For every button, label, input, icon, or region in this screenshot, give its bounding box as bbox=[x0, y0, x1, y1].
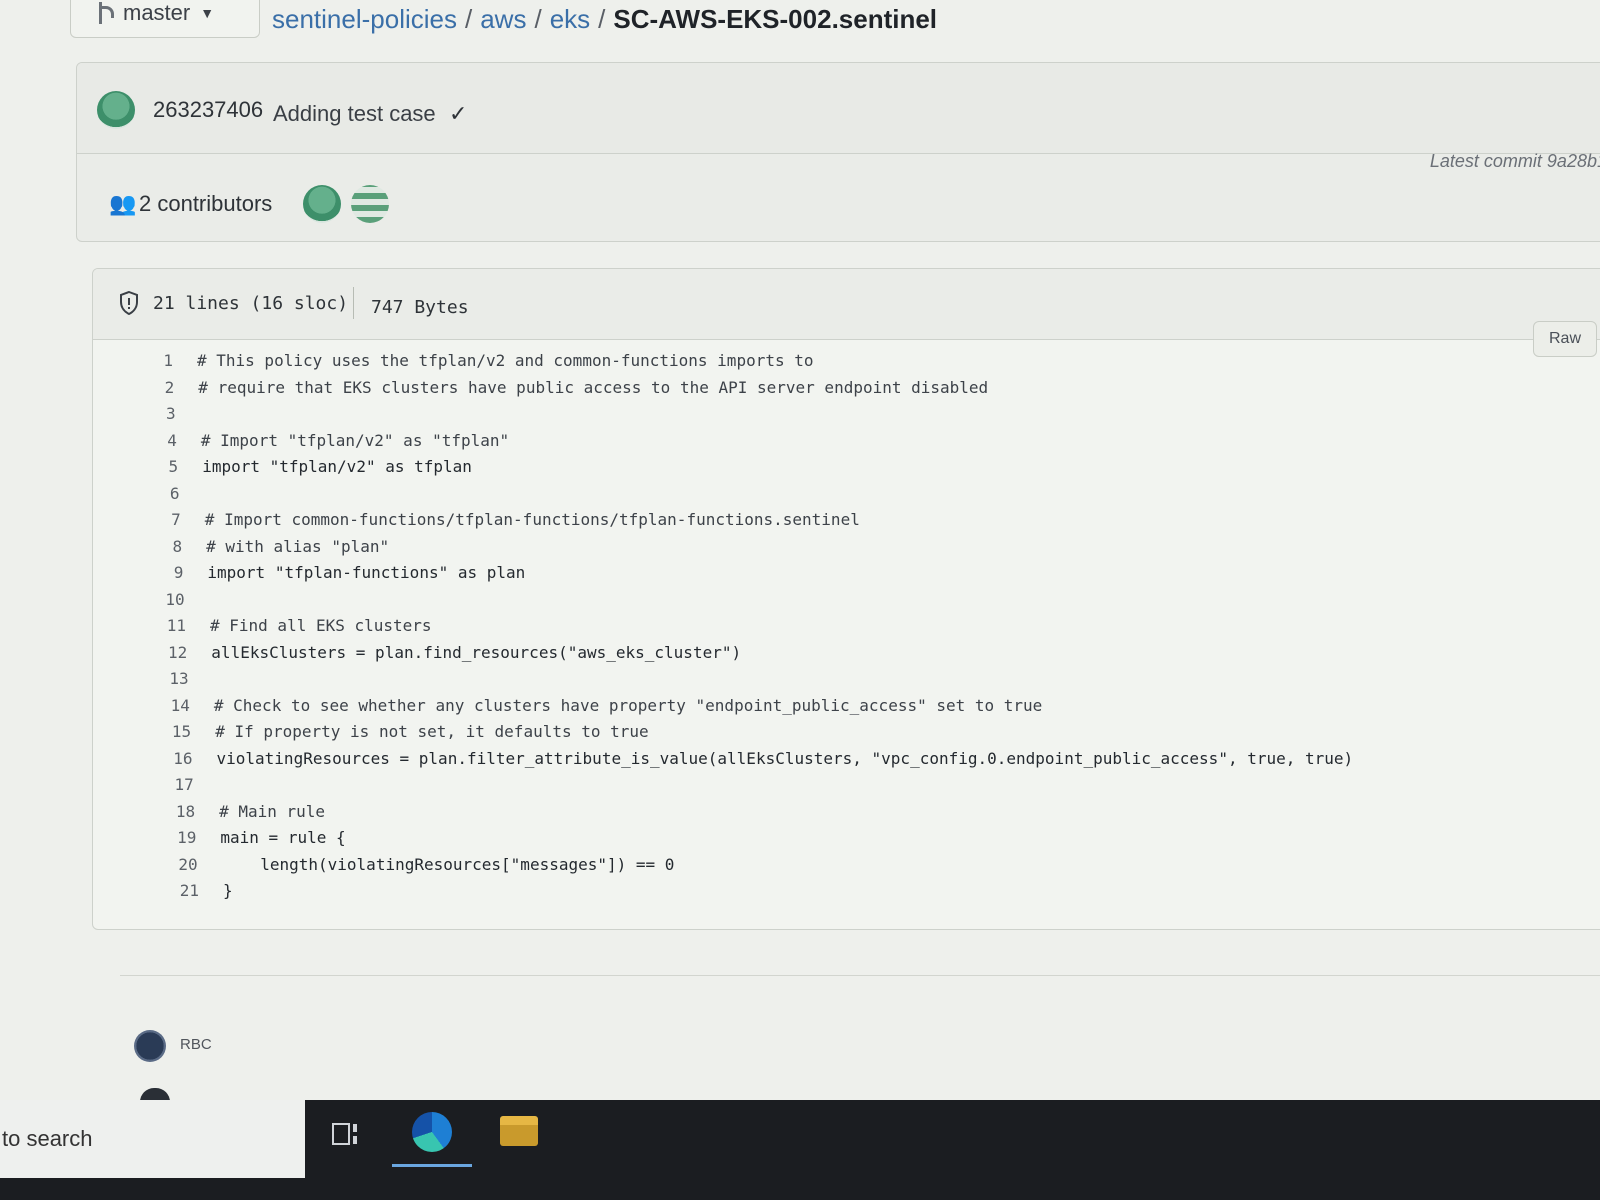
caret-down-icon: ▼ bbox=[200, 5, 215, 21]
file-view-page: master ▼ sentinel-policies / aws / eks /… bbox=[0, 0, 1600, 1102]
line-code: # This policy uses the tfplan/v2 and com… bbox=[197, 351, 814, 370]
branch-name: master bbox=[123, 0, 191, 25]
code-line: 16 violatingResources = plan.filter_attri… bbox=[147, 748, 1354, 773]
code-line: 11 # Find all EKS clusters bbox=[140, 616, 432, 640]
line-number[interactable]: 16 bbox=[147, 749, 217, 773]
code-line: 2 # require that EKS clusters have public… bbox=[128, 377, 989, 402]
people-icon: 👥 bbox=[109, 191, 137, 216]
code-line: 8 # with alias "plan" bbox=[136, 537, 389, 561]
file-size: 747 Bytes bbox=[371, 297, 469, 318]
os-taskbar: to search bbox=[0, 1100, 1600, 1200]
line-number[interactable]: 20 bbox=[152, 855, 222, 879]
breadcrumb-separator: / bbox=[464, 4, 473, 34]
line-number[interactable]: 13 bbox=[143, 669, 213, 693]
line-code: # Find all EKS clusters bbox=[210, 616, 432, 635]
commit-message-link[interactable]: Adding test case bbox=[273, 101, 436, 127]
line-number[interactable]: 11 bbox=[140, 616, 210, 640]
breadcrumb-repo-link[interactable]: sentinel-policies bbox=[272, 4, 457, 35]
contributors-count[interactable]: 2 contributors bbox=[139, 191, 272, 217]
line-number[interactable]: 7 bbox=[135, 510, 205, 534]
line-code: # If property is not set, it defaults to… bbox=[215, 722, 649, 741]
breadcrumb-dir-aws-link[interactable]: aws bbox=[480, 4, 526, 35]
edge-browser-icon[interactable] bbox=[412, 1112, 452, 1152]
taskbar-search-box[interactable]: to search bbox=[0, 1100, 305, 1178]
line-number[interactable]: 14 bbox=[144, 696, 214, 720]
code-line: 19 main = rule { bbox=[150, 828, 346, 852]
code-line: 9 import "tfplan-functions" as plan bbox=[137, 563, 526, 587]
code-line: 14 # Check to see whether any clusters ha… bbox=[144, 695, 1043, 720]
file-explorer-icon[interactable] bbox=[500, 1116, 538, 1146]
line-code: violatingResources = plan.filter_attribu… bbox=[216, 748, 1354, 768]
line-code: # require that EKS clusters have public … bbox=[198, 377, 989, 397]
contributor-avatar[interactable] bbox=[351, 185, 389, 223]
commit-info-box: 263237406 Adding test case ✓ Latest comm… bbox=[76, 62, 1600, 242]
code-line: 1 # This policy uses the tfplan/v2 and co… bbox=[127, 351, 814, 375]
active-app-indicator bbox=[392, 1164, 472, 1167]
task-view-icon[interactable] bbox=[330, 1118, 362, 1150]
latest-commit-row: 263237406 Adding test case ✓ bbox=[77, 63, 1600, 154]
line-number[interactable]: 1 bbox=[127, 351, 197, 375]
line-code: allEksClusters = plan.find_resources("aw… bbox=[211, 642, 742, 662]
code-line: 3 bbox=[130, 404, 200, 428]
code-line: 20 length(violatingResources["messages"]… bbox=[152, 854, 675, 879]
line-number[interactable]: 21 bbox=[153, 881, 223, 905]
line-number[interactable]: 8 bbox=[136, 537, 206, 561]
footer-avatar[interactable] bbox=[134, 1030, 166, 1062]
code-view: 1 # This policy uses the tfplan/v2 and co… bbox=[93, 341, 1600, 929]
check-icon[interactable]: ✓ bbox=[449, 101, 467, 127]
branch-selector-button[interactable]: master ▼ bbox=[70, 0, 260, 38]
line-code: # Import common-functions/tfplan-functio… bbox=[204, 510, 860, 529]
line-number[interactable]: 19 bbox=[150, 828, 220, 852]
code-line: 18 # Main rule bbox=[149, 802, 325, 826]
line-code: # Main rule bbox=[219, 801, 326, 821]
contributors-row: 👥 2 contributors bbox=[77, 163, 1600, 241]
file-lines-info: 21 lines (16 sloc) bbox=[153, 293, 349, 314]
code-line: 21} bbox=[153, 881, 233, 905]
code-line: 13 bbox=[143, 669, 213, 693]
commit-id-link[interactable]: 263237406 bbox=[153, 97, 263, 123]
file-content-box: 21 lines (16 sloc) 747 Bytes Raw 1 # This… bbox=[92, 268, 1600, 930]
file-header: 21 lines (16 sloc) 747 Bytes Raw bbox=[93, 269, 1600, 357]
line-code: import "tfplan/v2" as tfplan bbox=[202, 457, 472, 476]
line-number[interactable]: 18 bbox=[149, 802, 219, 826]
line-number[interactable]: 15 bbox=[145, 722, 215, 746]
line-number[interactable]: 6 bbox=[134, 484, 204, 508]
breadcrumb-current-file: SC-AWS-EKS-002.sentinel bbox=[613, 4, 938, 34]
git-branch-icon bbox=[95, 2, 114, 24]
footer-divider bbox=[120, 975, 1600, 976]
header-divider bbox=[353, 287, 354, 319]
line-code: # Import "tfplan/v2" as "tfplan" bbox=[200, 430, 510, 450]
line-code: # Check to see whether any clusters have… bbox=[213, 695, 1043, 715]
code-line: 17 bbox=[148, 775, 218, 799]
code-line: 6 bbox=[134, 484, 204, 508]
code-line: 15 # If property is not set, it defaults … bbox=[145, 722, 649, 746]
code-line: 5 import "tfplan/v2" as tfplan bbox=[132, 457, 472, 481]
footer-label: RBC bbox=[180, 1036, 212, 1053]
breadcrumb-separator: / bbox=[534, 4, 542, 34]
breadcrumb: sentinel-policies / aws / eks / SC-AWS-E… bbox=[272, 4, 937, 35]
line-number[interactable]: 4 bbox=[131, 431, 201, 455]
line-code: main = rule { bbox=[220, 828, 346, 847]
commit-author-avatar[interactable] bbox=[97, 91, 135, 129]
code-line: 10 bbox=[139, 590, 209, 614]
line-number[interactable]: 12 bbox=[141, 643, 211, 667]
contributor-avatar[interactable] bbox=[303, 185, 341, 223]
line-number[interactable]: 2 bbox=[128, 378, 198, 402]
line-code: length(violatingResources["messages"]) =… bbox=[221, 854, 675, 874]
code-line: 4 # Import "tfplan/v2" as "tfplan" bbox=[131, 431, 509, 455]
line-code: # with alias "plan" bbox=[206, 536, 390, 556]
breadcrumb-dir-eks-link[interactable]: eks bbox=[550, 4, 590, 35]
line-code: } bbox=[223, 881, 233, 900]
line-number[interactable]: 17 bbox=[148, 775, 218, 799]
line-number[interactable]: 9 bbox=[137, 563, 207, 587]
line-code: import "tfplan-functions" as plan bbox=[207, 563, 526, 582]
code-line: 12 allEksClusters = plan.find_resources("… bbox=[141, 643, 741, 667]
taskbar-search-text: to search bbox=[2, 1126, 93, 1151]
line-number[interactable]: 5 bbox=[132, 457, 202, 481]
breadcrumb-separator: / bbox=[598, 4, 606, 34]
line-number[interactable]: 10 bbox=[139, 590, 209, 614]
shield-icon bbox=[120, 291, 138, 315]
line-number[interactable]: 3 bbox=[130, 404, 200, 428]
code-line: 7 # Import common-functions/tfplan-functi… bbox=[135, 510, 860, 534]
